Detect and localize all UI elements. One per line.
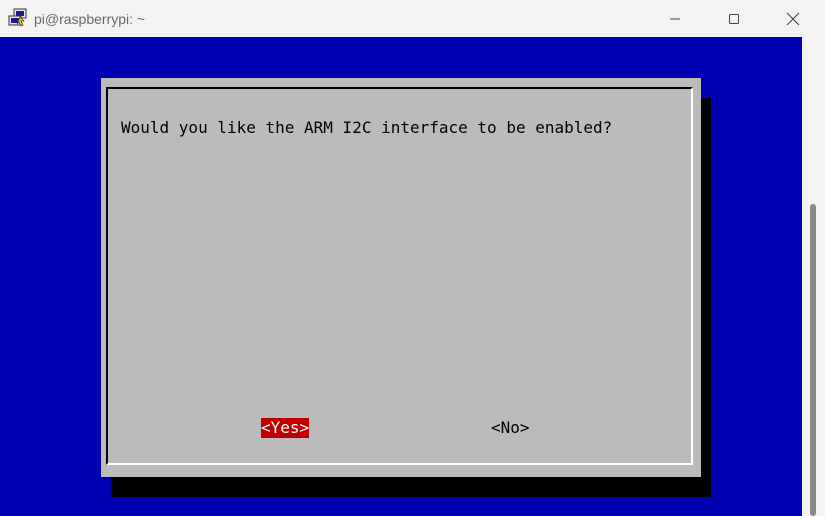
yes-button[interactable]: <Yes> <box>261 418 310 438</box>
close-icon <box>786 12 800 25</box>
maximize-icon <box>729 13 739 24</box>
maximize-button[interactable] <box>711 0 757 37</box>
terminal-screen[interactable]: Would you like the ARM I2C interface to … <box>0 37 802 516</box>
confirm-dialog: Would you like the ARM I2C interface to … <box>101 78 701 477</box>
minimize-button[interactable] <box>652 0 698 37</box>
vertical-scrollbar[interactable] <box>802 37 825 516</box>
minimize-icon <box>670 18 680 19</box>
title-bar[interactable]: pi@raspberrypi: ~ <box>0 0 825 37</box>
terminal-window: pi@raspberrypi: ~ Would you like the ARM… <box>0 0 825 516</box>
scrollbar-thumb[interactable] <box>810 204 816 516</box>
no-button[interactable]: <No> <box>491 418 530 438</box>
close-button[interactable] <box>770 0 816 37</box>
putty-icon[interactable] <box>8 8 28 28</box>
window-title: pi@raspberrypi: ~ <box>34 11 146 27</box>
dialog-prompt: Would you like the ARM I2C interface to … <box>121 118 613 137</box>
dialog-frame <box>106 87 693 465</box>
